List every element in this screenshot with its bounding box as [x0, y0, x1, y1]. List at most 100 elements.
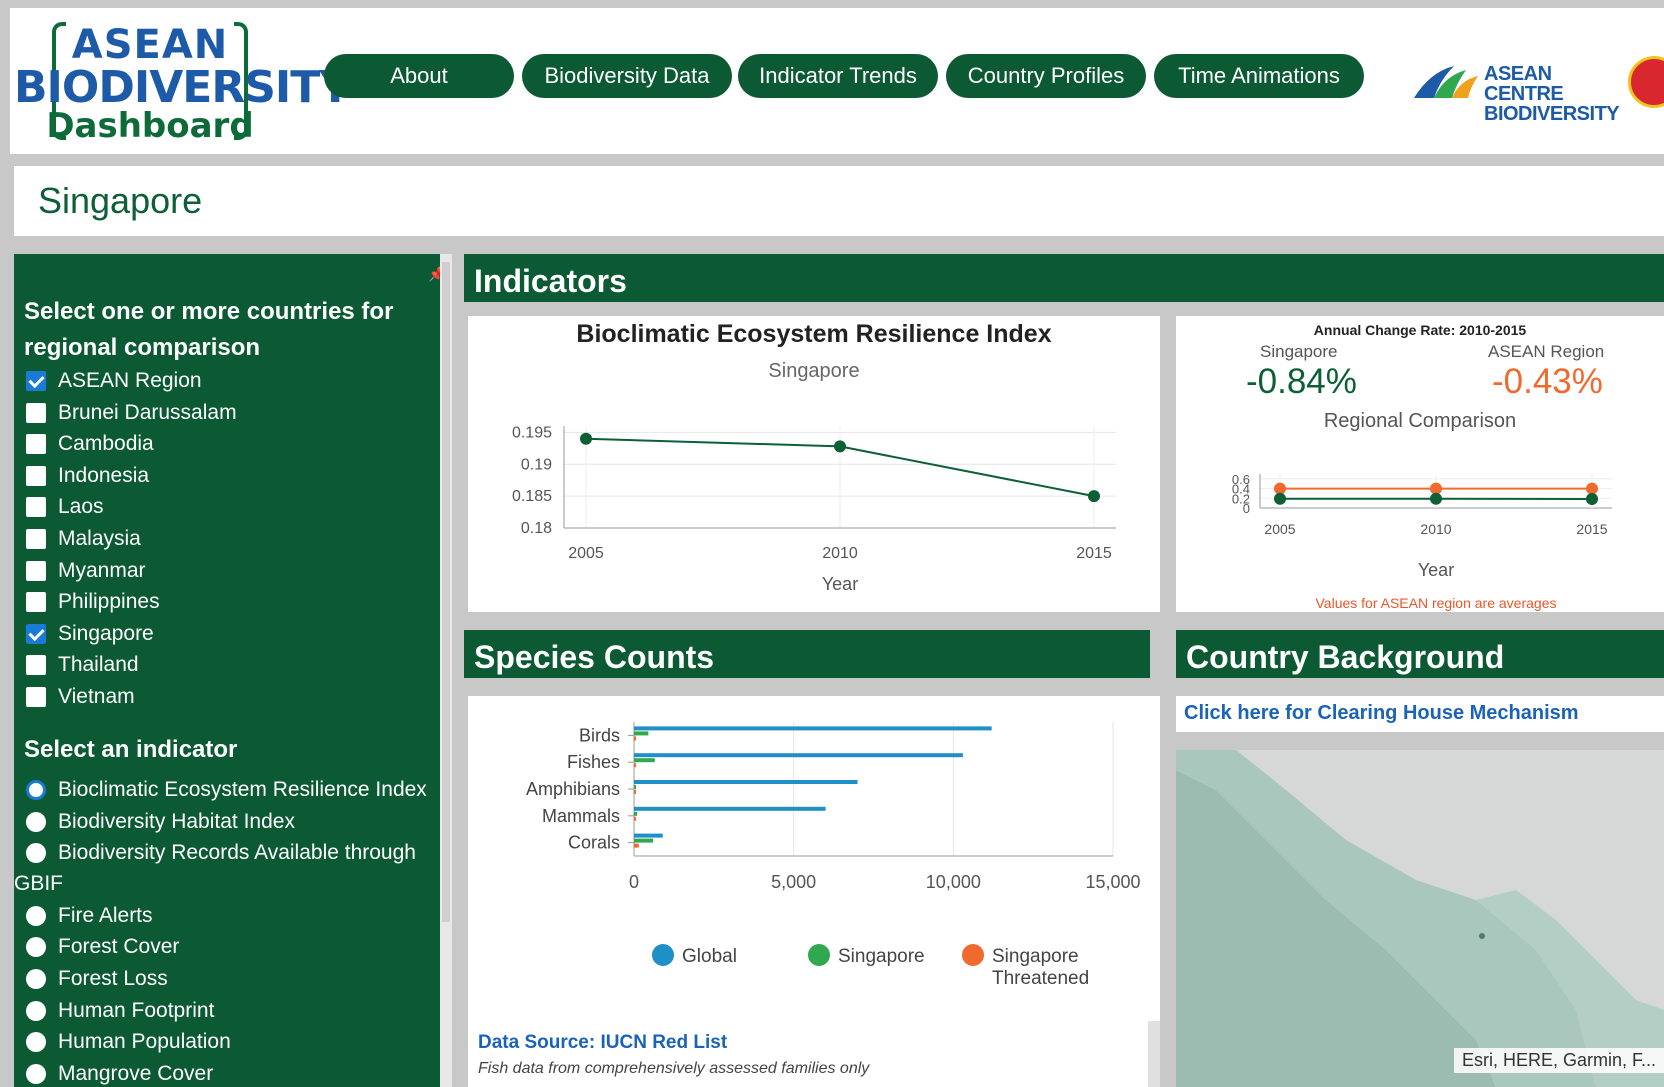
country-option-label: Cambodia — [58, 432, 154, 456]
map-attribution: Esri, HERE, Garmin, F... — [1453, 1048, 1664, 1073]
legend-marker[interactable] — [652, 944, 674, 966]
data-point[interactable] — [580, 432, 592, 445]
dashboard-logo[interactable]: ASEAN BIODIVERSITY Dashboard — [14, 14, 351, 146]
radio-button[interactable] — [26, 905, 46, 926]
bar[interactable] — [634, 785, 636, 789]
x-tick-label: 2015 — [1576, 521, 1607, 537]
radio-button[interactable] — [26, 1032, 46, 1053]
legend-label[interactable]: Singapore — [992, 946, 1079, 968]
legend-marker[interactable] — [962, 944, 984, 966]
bar[interactable] — [634, 780, 858, 784]
y-tick-label: 0.19 — [521, 456, 552, 473]
checkbox[interactable] — [26, 434, 46, 455]
checkbox[interactable] — [26, 560, 46, 581]
data-point[interactable] — [1088, 490, 1100, 503]
data-point[interactable] — [1586, 493, 1598, 506]
country-map[interactable]: Esri, HERE, Garmin, F... — [1176, 750, 1664, 1087]
logo-dashboard: Dashboard — [46, 106, 254, 146]
radio-button[interactable] — [26, 780, 46, 800]
radio-button[interactable] — [26, 937, 46, 958]
checkbox[interactable] — [26, 465, 46, 486]
bar[interactable] — [634, 838, 654, 843]
change-rate-card: Annual Change Rate: 2010-2015 Singapore … — [1176, 316, 1664, 612]
checkbox[interactable] — [26, 623, 46, 644]
checkbox[interactable] — [26, 592, 46, 613]
country-option-label: Laos — [58, 495, 104, 519]
legend-label[interactable]: Singapore — [838, 946, 925, 968]
checkbox[interactable] — [26, 687, 46, 707]
x-tick-label: 2005 — [1264, 521, 1295, 537]
nav-time-animations[interactable]: Time Animations — [1154, 54, 1364, 98]
country-option-label: Indonesia — [58, 463, 150, 487]
bar[interactable] — [634, 758, 655, 763]
radio-button[interactable] — [26, 1063, 46, 1084]
acb-text: ASEAN CENTRE BIODIVERSITY — [1484, 63, 1620, 125]
bar[interactable] — [634, 833, 663, 838]
indicator-option-label: Forest Cover — [58, 935, 180, 959]
x-tick-label: 2010 — [1420, 521, 1451, 537]
data-point[interactable] — [834, 440, 846, 453]
clearing-house-link[interactable]: Click here for Clearing House Mechanism — [1176, 696, 1664, 732]
bar[interactable] — [634, 753, 963, 758]
data-point[interactable] — [1274, 492, 1286, 505]
acb-leaf-icon — [1414, 66, 1478, 98]
bar[interactable] — [634, 806, 826, 811]
country-background-header: Country Background — [1176, 630, 1664, 678]
x-tick-label: 2015 — [1076, 545, 1112, 562]
legend-marker[interactable] — [808, 944, 830, 966]
legend-label[interactable]: Threatened — [992, 968, 1089, 990]
radio-button[interactable] — [26, 811, 46, 832]
x-axis-label: Year — [822, 574, 858, 594]
bar[interactable] — [634, 763, 636, 768]
data-point[interactable] — [1430, 492, 1442, 505]
bar[interactable] — [634, 843, 639, 848]
nav-about[interactable]: About — [324, 54, 514, 98]
radio-button[interactable] — [26, 843, 46, 864]
nav-country-profiles[interactable]: Country Profiles — [946, 54, 1146, 98]
country-option-label: ASEAN Region — [58, 369, 202, 392]
species-counts-header: Species Counts — [464, 630, 1150, 678]
indicators-header: Indicators — [464, 254, 1664, 302]
y-tick-label: 0.195 — [512, 424, 552, 441]
legend-label[interactable]: Global — [682, 946, 737, 968]
country-option-label: Singapore — [58, 621, 154, 645]
nav-biodiversity-data[interactable]: Biodiversity Data — [522, 54, 732, 98]
x-tick-label: 0 — [629, 872, 639, 892]
beri-chart-card: Bioclimatic Ecosystem Resilience Index S… — [468, 316, 1160, 612]
nav-indicator-trends[interactable]: Indicator Trends — [738, 54, 938, 98]
radio-button[interactable] — [26, 969, 46, 989]
indicator-option-label: Biodiversity Records Available through — [58, 841, 416, 865]
country-option-label: Thailand — [58, 653, 139, 677]
scrollbar-thumb[interactable] — [442, 262, 450, 922]
x-tick-label: 2005 — [568, 545, 604, 562]
category-label: Amphibians — [526, 779, 620, 799]
checkbox[interactable] — [26, 402, 46, 423]
country-option-label: Brunei Darussalam — [58, 400, 237, 424]
checkbox[interactable] — [26, 655, 46, 676]
x-tick-label: 15,000 — [1085, 872, 1140, 892]
indicator-option-label: Bioclimatic Ecosystem Resilience Index — [58, 778, 427, 801]
indicator-option-label: Fire Alerts — [58, 903, 153, 927]
bar[interactable] — [634, 726, 992, 731]
checkbox[interactable] — [26, 371, 46, 391]
bar[interactable] — [634, 731, 649, 736]
radio-button[interactable] — [26, 1000, 46, 1021]
bar[interactable] — [634, 736, 636, 741]
asean-emblem-icon — [1628, 56, 1664, 108]
header: ASEAN BIODIVERSITY Dashboard About Biodi… — [10, 8, 1664, 154]
species-scrollbar[interactable] — [1148, 1021, 1160, 1087]
category-label: Fishes — [567, 752, 620, 772]
map-landmass — [1176, 750, 1664, 1087]
checkbox[interactable] — [26, 529, 46, 549]
bar[interactable] — [634, 790, 636, 794]
y-tick-label: 0.185 — [512, 488, 552, 505]
checkbox[interactable] — [26, 497, 46, 518]
clearing-house-link-text[interactable]: Click here for Clearing House Mechanism — [1184, 702, 1579, 725]
data-point[interactable] — [1586, 482, 1598, 495]
acb-logo[interactable]: ASEAN CENTRE BIODIVERSITY — [1410, 58, 1620, 124]
bar[interactable] — [634, 816, 636, 821]
x-tick-label: 10,000 — [926, 872, 981, 892]
data-source-link[interactable]: Data Source: IUCN Red List — [478, 1032, 727, 1054]
indicator-option-label-cont: GBIF — [14, 872, 64, 896]
bar[interactable] — [634, 811, 638, 816]
